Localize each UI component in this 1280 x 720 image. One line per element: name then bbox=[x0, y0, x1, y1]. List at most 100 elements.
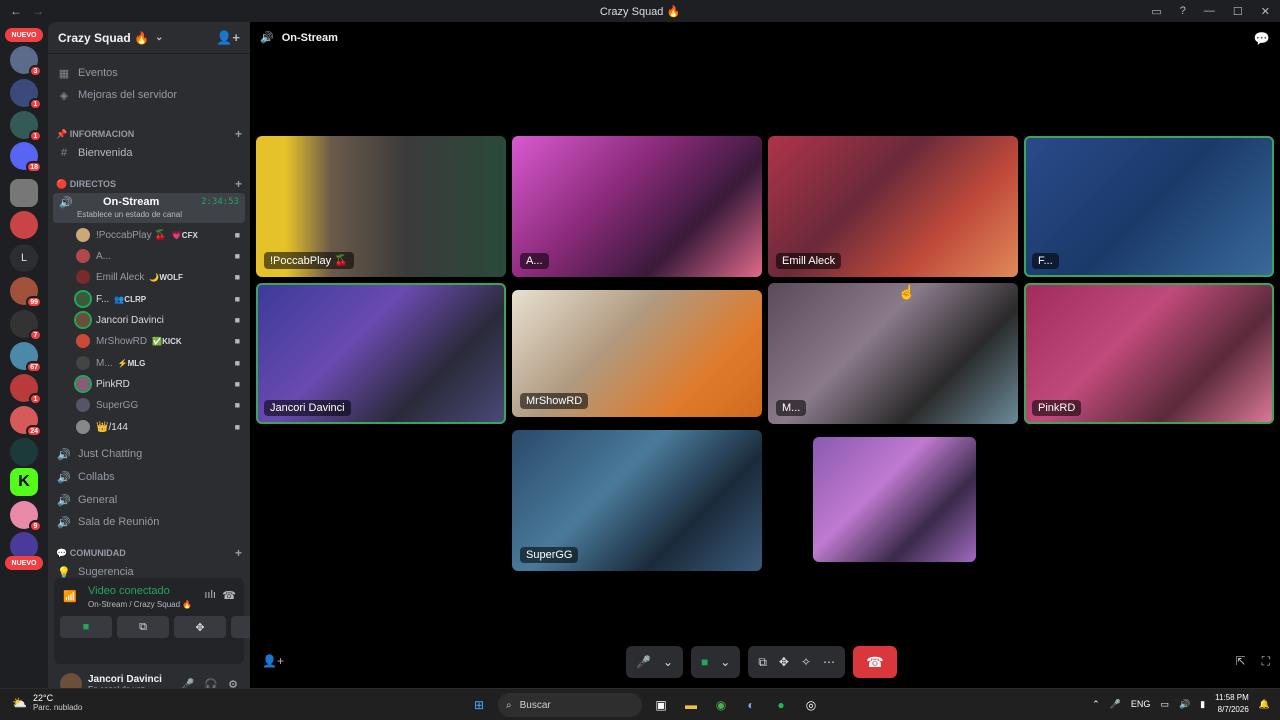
add-people-icon[interactable]: 👤+ bbox=[262, 654, 284, 668]
screen-share-button[interactable]: ⧉ bbox=[117, 616, 169, 638]
disconnect-icon[interactable]: ☎ bbox=[222, 589, 236, 602]
server-icon[interactable]: 1 bbox=[10, 111, 42, 142]
category-comunidad[interactable]: 💬 COMUNIDAD + bbox=[56, 546, 242, 560]
activities-button[interactable]: ✥ bbox=[174, 616, 226, 638]
add-channel-icon[interactable]: + bbox=[235, 546, 242, 560]
volume-icon[interactable]: 🔊 bbox=[1179, 699, 1190, 710]
voice-location[interactable]: On-Stream / Crazy Squad 🔥 bbox=[88, 600, 192, 609]
video-tile[interactable]: M... bbox=[768, 283, 1018, 424]
forward-arrow-icon[interactable]: → bbox=[32, 4, 44, 18]
server-icon[interactable]: 99 bbox=[10, 277, 42, 308]
channel-just-chatting[interactable]: 🔊 Just Chatting bbox=[56, 444, 242, 464]
task-view-icon[interactable]: ▣ bbox=[650, 694, 672, 716]
server-icon[interactable]: 7 bbox=[10, 310, 42, 341]
chrome-icon[interactable]: ◉ bbox=[710, 694, 732, 716]
file-explorer-icon[interactable]: ▬ bbox=[680, 694, 702, 716]
server-icon[interactable] bbox=[10, 438, 38, 466]
clock[interactable]: 11:58 PM 8/7/2026 bbox=[1215, 692, 1249, 716]
weather-widget[interactable]: ⛅ 22°C Parc. nublado bbox=[12, 693, 82, 712]
obs-icon[interactable]: ◎ bbox=[800, 694, 822, 716]
voice-member[interactable]: SuperGG ■ bbox=[76, 395, 242, 415]
kick-server-icon[interactable]: K bbox=[10, 468, 38, 496]
add-channel-icon[interactable]: + bbox=[235, 177, 242, 191]
spotify-icon[interactable]: ● bbox=[770, 694, 792, 716]
chevron-down-icon[interactable]: ⌄ bbox=[720, 655, 730, 669]
server-icon[interactable]: 9 bbox=[10, 501, 42, 532]
discord-icon[interactable]: ◐ bbox=[740, 694, 762, 716]
discord-server-icon[interactable]: 18 bbox=[10, 142, 42, 173]
events-link[interactable]: ▦ Eventos bbox=[56, 63, 242, 83]
server-icon[interactable]: 1 bbox=[10, 374, 42, 405]
server-icon[interactable]: 1 bbox=[10, 79, 42, 110]
video-tile[interactable]: Jancori Davinci bbox=[256, 283, 506, 424]
minimize-button[interactable]: — bbox=[1204, 5, 1215, 17]
channel-sala-reunion[interactable]: 🔊 Sala de Reunión bbox=[56, 512, 242, 532]
channel-collabs[interactable]: 🔊 Collabs bbox=[56, 467, 242, 487]
windows-start-icon[interactable]: ⊞ bbox=[468, 694, 490, 716]
server-icon[interactable]: 24 bbox=[10, 406, 42, 437]
video-tile[interactable] bbox=[813, 437, 976, 562]
mic-control[interactable]: 🎤 ⌄ bbox=[626, 646, 684, 678]
voice-member[interactable]: PinkRD ■ bbox=[74, 374, 242, 394]
video-tile[interactable]: F... bbox=[1024, 136, 1274, 277]
fullscreen-icon[interactable]: ⛶ bbox=[1262, 654, 1270, 669]
battery-icon[interactable]: ▮ bbox=[1200, 699, 1205, 710]
voice-member[interactable]: MrShowRD ✅KICK ■ bbox=[76, 331, 242, 351]
video-tile[interactable]: SuperGG bbox=[512, 430, 762, 571]
invite-people-icon[interactable]: 👤+ bbox=[216, 30, 240, 46]
channel-status[interactable]: Establece un estado de canal bbox=[77, 210, 182, 219]
voice-member[interactable]: M... ⚡MLG ■ bbox=[76, 353, 242, 373]
video-tile[interactable]: A... bbox=[512, 136, 762, 277]
voice-member[interactable]: !PoccabPlay 🍒 💗CFX ■ bbox=[76, 225, 242, 245]
voice-member[interactable]: A... ■ bbox=[76, 246, 242, 266]
more-icon[interactable]: ⋯ bbox=[823, 655, 835, 669]
server-icon[interactable] bbox=[10, 179, 38, 207]
screen-share-icon[interactable]: ⧉ bbox=[758, 655, 767, 670]
chevron-up-icon[interactable]: ⌃ bbox=[1092, 699, 1100, 710]
back-arrow-icon[interactable]: ← bbox=[10, 4, 22, 18]
channel-on-stream[interactable]: 🔊 On-Stream Establece un estado de canal… bbox=[53, 193, 245, 223]
add-channel-icon[interactable]: + bbox=[235, 127, 242, 141]
channel-general[interactable]: 🔊 General bbox=[56, 490, 242, 510]
voice-member[interactable]: 👑/144 ■ bbox=[76, 417, 242, 437]
activities-icon[interactable]: ✥ bbox=[779, 655, 789, 669]
language-indicator[interactable]: ENG bbox=[1131, 699, 1151, 709]
notifications-icon[interactable]: 🔔 bbox=[1259, 699, 1270, 710]
server-icon[interactable]: 67 bbox=[10, 342, 42, 373]
camera-button[interactable]: ■ bbox=[60, 616, 112, 638]
video-tile[interactable]: !PoccabPlay 🍒 bbox=[256, 136, 506, 277]
chat-icon[interactable]: 💬 bbox=[1254, 31, 1270, 47]
server-header[interactable]: Crazy Squad 🔥 ⌄ 👤+ bbox=[48, 22, 250, 54]
category-directos[interactable]: 🔴 DIRECTOS + bbox=[56, 177, 242, 191]
help-icon[interactable]: ? bbox=[1180, 5, 1186, 17]
speaker-icon: 🔊 bbox=[57, 494, 71, 507]
boosts-link[interactable]: ◈ Mejoras del servidor bbox=[56, 85, 242, 105]
soundboard-icon[interactable]: ✧ bbox=[801, 655, 811, 669]
close-button[interactable]: ✕ bbox=[1261, 5, 1270, 18]
avatar bbox=[74, 290, 92, 308]
taskbar-search[interactable]: ⌕ Buscar bbox=[498, 693, 642, 717]
mention-badge: 1 bbox=[29, 98, 42, 110]
server-icon[interactable] bbox=[10, 211, 38, 239]
microphone-icon[interactable]: 🎤 bbox=[1110, 699, 1121, 710]
server-icon[interactable]: 3 bbox=[10, 46, 42, 77]
camera-control[interactable]: ■ ⌄ bbox=[691, 646, 741, 678]
maximize-button[interactable]: ☐ bbox=[1233, 5, 1243, 18]
network-icon[interactable]: ▭ bbox=[1160, 699, 1169, 710]
hang-up-button[interactable]: ☎ bbox=[853, 646, 898, 678]
chevron-down-icon[interactable]: ⌄ bbox=[663, 655, 673, 669]
video-tile[interactable]: Emill Aleck bbox=[768, 136, 1018, 277]
voice-member[interactable]: F... 👥CLRP ■ bbox=[74, 289, 242, 309]
server-icon[interactable]: L bbox=[10, 244, 38, 272]
category-informacion[interactable]: 📌 INFORMACION + bbox=[56, 127, 242, 141]
voice-status[interactable]: Video conectado bbox=[88, 585, 170, 597]
popout-icon[interactable]: ⇱ bbox=[1236, 654, 1246, 669]
voice-member[interactable]: Jancori Davinci ■ bbox=[74, 310, 242, 330]
channel-bienvenida[interactable]: # Bienvenida bbox=[56, 143, 242, 163]
video-tile[interactable]: MrShowRD bbox=[512, 290, 762, 417]
noise-suppression-icon[interactable]: ıılı bbox=[204, 589, 216, 601]
voice-member[interactable]: Emill Aleck 🌙WOLF ■ bbox=[76, 267, 242, 287]
video-tile[interactable]: PinkRD bbox=[1024, 283, 1274, 424]
inbox-icon[interactable]: ▭ bbox=[1151, 5, 1161, 18]
avatar bbox=[76, 334, 90, 348]
